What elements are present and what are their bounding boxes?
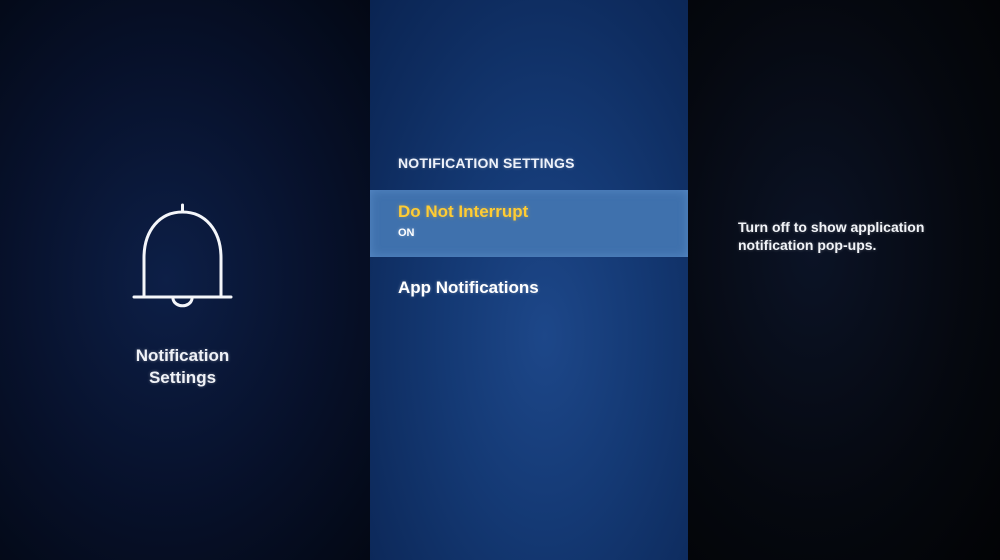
menu-item-title: App Notifications [398, 278, 539, 297]
settings-menu: NOTIFICATION SETTINGS Do Not Interrupt O… [370, 0, 688, 560]
category-panel: Notification Settings [0, 0, 370, 560]
description-text: Turn off to show application notificatio… [738, 219, 925, 253]
section-header: NOTIFICATION SETTINGS [398, 155, 575, 171]
bell-icon [130, 200, 235, 315]
menu-item-title: Do Not Interrupt [398, 202, 529, 221]
menu-item-value: ON [398, 227, 415, 239]
description-panel: Turn off to show application notificatio… [688, 0, 1000, 560]
category-label: Notification Settings [135, 346, 230, 387]
menu-item-do-not-interrupt[interactable]: Do Not Interrupt ON [370, 190, 688, 257]
menu-item-app-notifications[interactable]: App Notifications [370, 270, 688, 314]
